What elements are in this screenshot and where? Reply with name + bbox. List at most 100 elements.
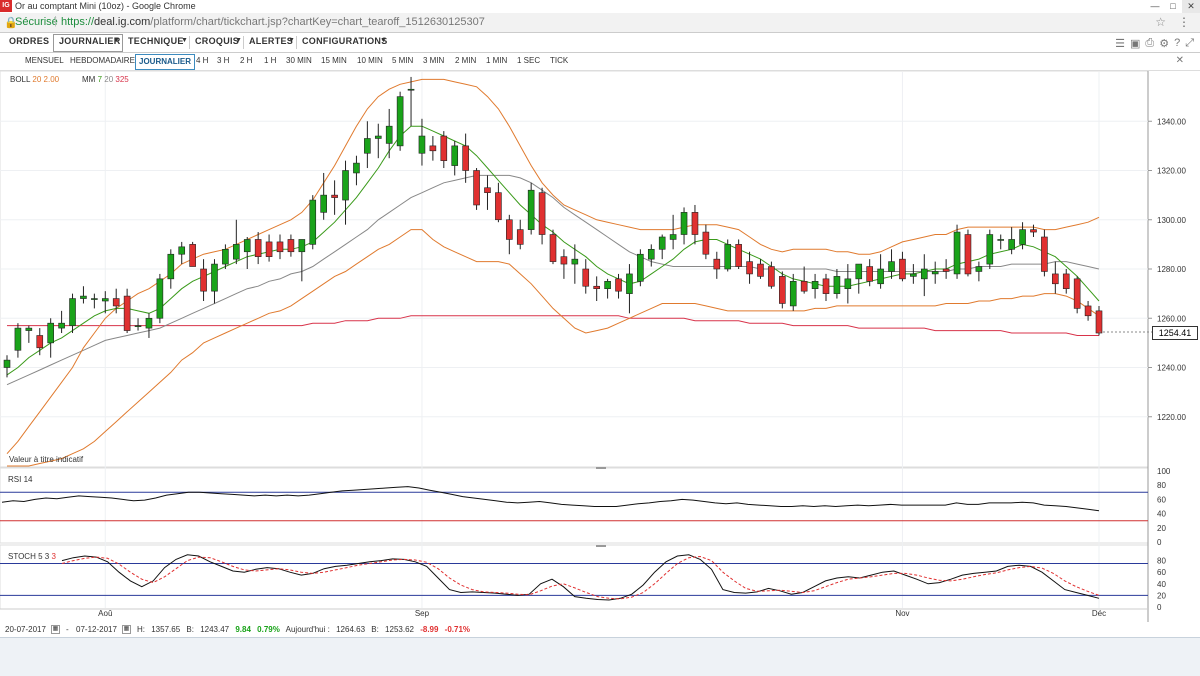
candle-body (1019, 229, 1026, 245)
candle-body (757, 263, 764, 277)
candle-body (396, 96, 404, 147)
boll-legend[interactable]: BOLL 20 2.00 (10, 75, 59, 84)
candle-body (385, 125, 393, 144)
candle-body (1041, 236, 1048, 272)
rsi-tick-label: 40 (1157, 510, 1166, 519)
candle-body (789, 281, 797, 307)
candle-body (495, 192, 502, 221)
candle-body (942, 268, 950, 272)
candle-body (844, 278, 852, 290)
candle-body (25, 327, 33, 331)
candle-body (1062, 273, 1070, 289)
candle-body (1095, 310, 1103, 334)
candle-body (47, 322, 54, 344)
candle-body (975, 266, 983, 272)
y-tick-label: 1280.00 (1157, 265, 1186, 274)
candle-body (1030, 229, 1037, 233)
candle-body (145, 317, 153, 329)
candle-body (462, 145, 469, 171)
candle-body (768, 266, 775, 287)
candle-body (101, 298, 109, 302)
date-separator: - (66, 625, 69, 634)
range-navigator[interactable] (0, 637, 1200, 676)
stoch-legend[interactable]: STOCH 5 3 3 (8, 552, 56, 561)
candle-body (331, 194, 338, 198)
rsi-tick-label: 20 (1157, 524, 1166, 533)
date-from[interactable]: 20-07-2017 (5, 625, 46, 634)
candle-body (779, 276, 786, 304)
candle-body (931, 271, 939, 275)
candle-body (1073, 278, 1081, 309)
candle-body (986, 234, 994, 265)
x-tick-label: Sep (415, 609, 430, 618)
candle-body (680, 212, 688, 235)
pane-splitter (596, 467, 606, 469)
candle-body (516, 229, 524, 245)
candle-body (626, 273, 633, 294)
candle-body (888, 261, 895, 272)
status-values: H: 1357.65 B: 1243.47 9.84 0.79% Aujourd… (137, 625, 471, 634)
y-tick-label: 1300.00 (1157, 216, 1186, 225)
candle-body (724, 244, 732, 270)
candle-body (811, 281, 819, 289)
candle-body (36, 335, 44, 349)
candle-body (615, 278, 622, 292)
stoch-tick-label: 20 (1157, 591, 1166, 600)
candle-body (560, 256, 568, 265)
candle-body (822, 278, 830, 294)
rsi-tick-label: 60 (1157, 495, 1166, 504)
candle-body (91, 298, 98, 300)
candle-body (342, 170, 349, 201)
candle-body (1084, 305, 1092, 317)
candle-body (167, 253, 175, 280)
y-tick-label: 1340.00 (1157, 117, 1186, 126)
last-price-box: 1254.41 (1152, 326, 1198, 340)
y-tick-label: 1220.00 (1157, 413, 1186, 422)
candle-body (877, 268, 884, 285)
x-tick-label: Aoû (98, 609, 112, 618)
y-tick-label: 1240.00 (1157, 364, 1186, 373)
candle-body (538, 192, 546, 235)
rsi-legend[interactable]: RSI 14 (8, 475, 32, 484)
x-tick-label: Nov (895, 609, 909, 618)
candle-body (593, 285, 600, 289)
candle-body (3, 359, 11, 368)
candle-body (1052, 273, 1059, 285)
calendar-icon[interactable]: ▦ (51, 625, 60, 634)
candle-body (353, 162, 360, 174)
candle-body (604, 281, 611, 289)
mm-legend[interactable]: MM 7 20 325 (82, 75, 129, 84)
price-chart[interactable]: 1220.00 1240.00 1260.00 1280.00 1300.00 1320.… (0, 0, 1200, 675)
candle-body (309, 199, 317, 245)
candle-body (527, 189, 535, 230)
candle-body (440, 135, 448, 161)
candle-body (571, 258, 579, 265)
candle-body (14, 327, 22, 351)
status-bar: 20-07-2017 ▦ - 07-12-2017 ▦ H: 1357.65 B… (0, 624, 1200, 637)
calendar-icon[interactable]: ▦ (122, 625, 131, 634)
candle-body (484, 187, 491, 193)
candle-body (123, 295, 131, 331)
candle-body (298, 239, 306, 253)
candle-body (222, 249, 229, 265)
y-tick-label: 1260.00 (1157, 314, 1186, 323)
stoch-tick-label: 80 (1157, 557, 1166, 566)
x-tick-label: Déc (1092, 609, 1106, 618)
candle-body (429, 145, 437, 152)
candle-body (364, 138, 371, 154)
candle-body (691, 212, 699, 235)
candle-body (58, 322, 65, 329)
candle-body (69, 298, 76, 326)
date-to[interactable]: 07-12-2017 (76, 625, 117, 634)
candle-body (920, 268, 928, 280)
disclaimer: Valeur à titre indicatif (9, 455, 84, 464)
candle-body (451, 145, 459, 166)
candle-body (156, 278, 164, 319)
candle-body (997, 239, 1005, 241)
candle-body (320, 194, 327, 213)
candle-body (276, 241, 284, 253)
candle-body (189, 244, 196, 267)
y-tick-label: 1320.00 (1157, 167, 1186, 176)
candle-body (866, 266, 873, 282)
candle-body (647, 249, 655, 260)
